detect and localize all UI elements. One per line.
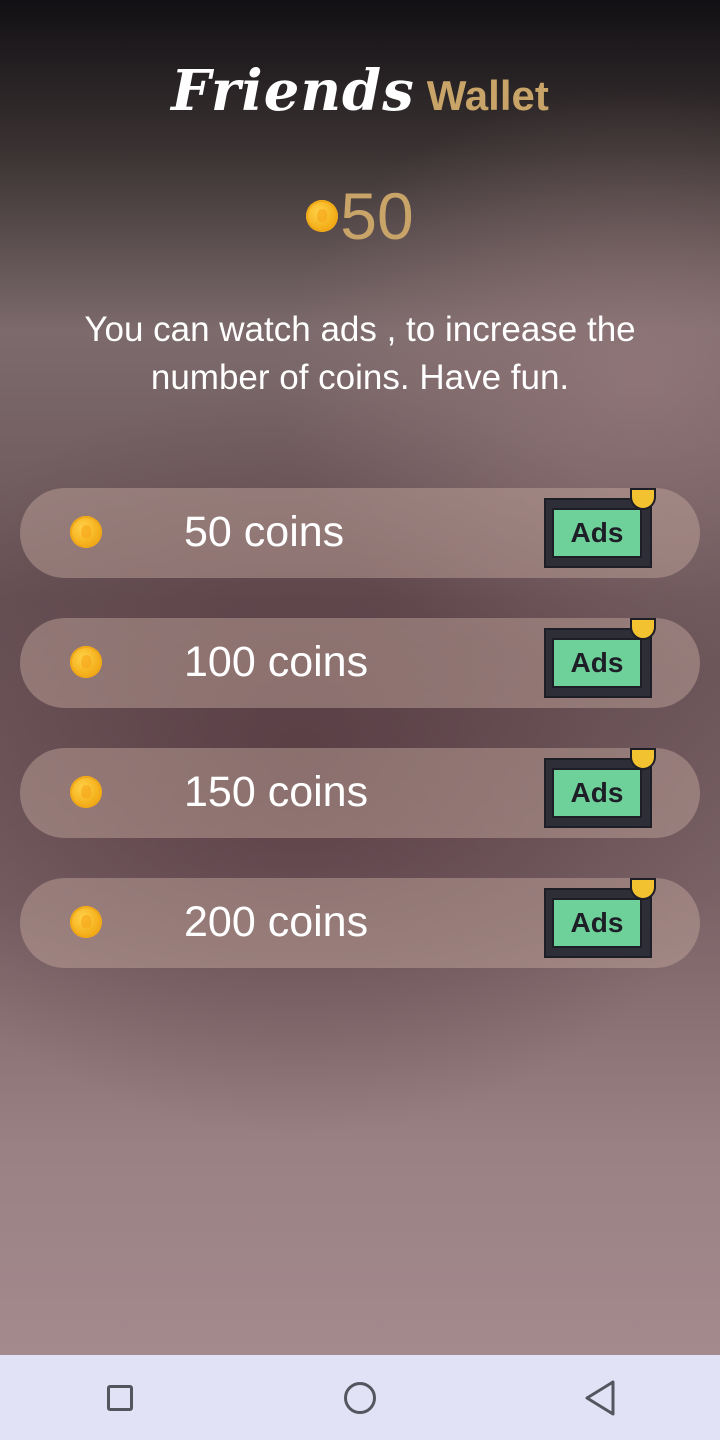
offer-row-100[interactable]: 100 coins Ads [20,618,700,708]
ads-icon[interactable]: Ads [544,618,658,700]
offer-row-200[interactable]: 200 coins Ads [20,878,700,968]
system-navigation-bar [0,1355,720,1440]
ads-badge-icon [630,488,656,510]
description-text: You can watch ads , to increase the numb… [84,310,636,397]
recent-apps-icon [107,1384,133,1411]
offer-row-150[interactable]: 150 coins Ads [20,748,700,838]
ads-icon[interactable]: Ads [544,878,658,960]
offer-label: 100 coins [184,638,369,686]
ads-badge-icon [630,878,656,900]
home-button[interactable] [320,1368,400,1428]
offer-label: 50 coins [184,508,345,556]
ads-icon[interactable]: Ads [544,748,658,830]
page-header: Friends Wallet [0,58,720,124]
app-title: Friends [171,58,415,124]
ads-badge-icon [630,748,656,770]
page-title: Wallet [426,72,549,119]
ads-label: Ads [552,508,642,558]
balance-value: 50 [340,179,414,253]
offer-label: 150 coins [184,768,369,816]
coin-icon [70,906,102,938]
offer-row-50[interactable]: 50 coins Ads [20,488,700,578]
ads-icon[interactable]: Ads [544,488,658,570]
coin-icon [306,200,339,232]
coin-icon [70,516,102,548]
ads-label: Ads [552,638,642,688]
recent-apps-button[interactable] [80,1368,160,1428]
coin-balance: 50 [0,178,720,254]
ads-badge-icon [630,618,656,640]
ads-label: Ads [552,768,642,818]
offer-list: 50 coins Ads 100 coins Ads 150 coins Ads… [20,488,700,1008]
offer-label: 200 coins [184,898,369,946]
back-icon [585,1380,615,1415]
coin-icon [70,646,102,678]
coin-icon [70,776,102,808]
back-button[interactable] [560,1368,640,1428]
ads-label: Ads [552,898,642,948]
home-icon [344,1381,376,1414]
